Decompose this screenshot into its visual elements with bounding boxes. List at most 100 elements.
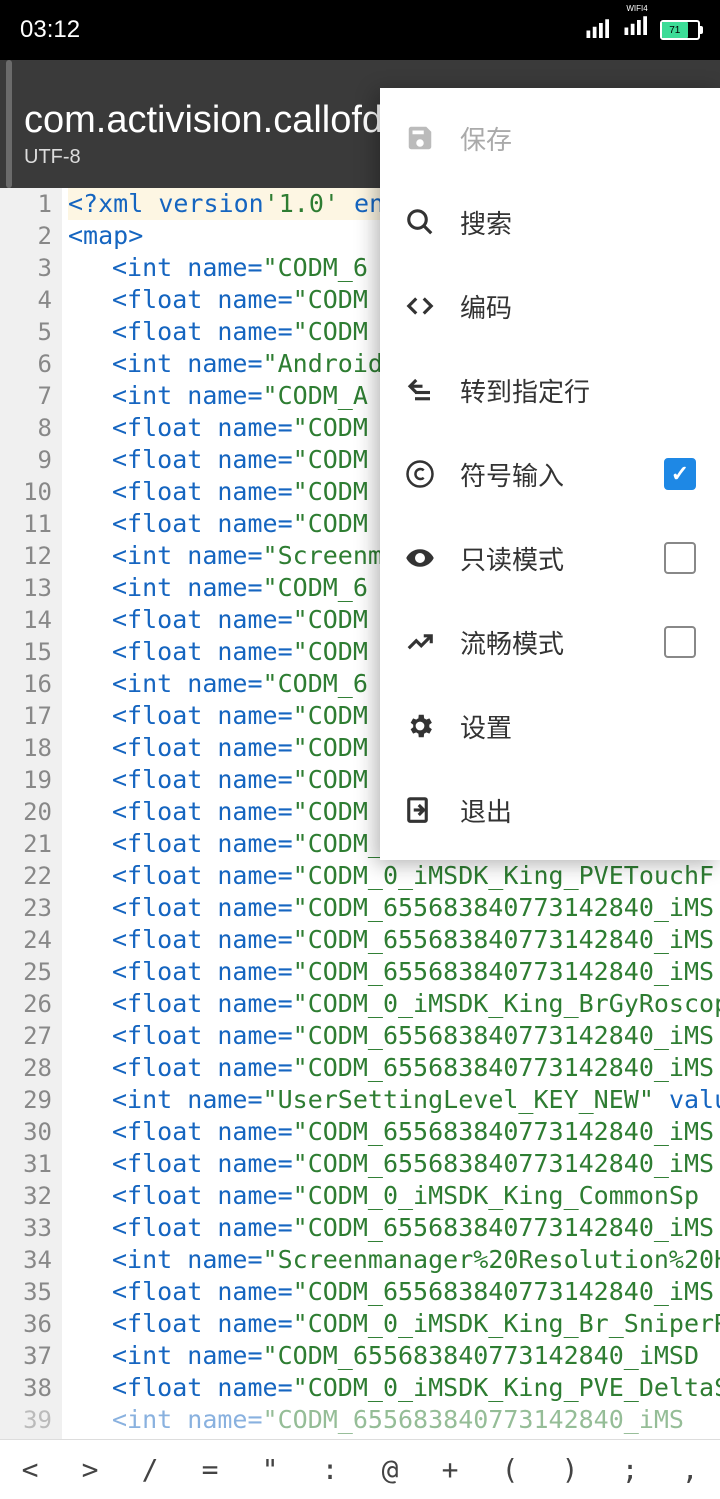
menu-readonly-label: 只读模式 (460, 540, 640, 577)
battery-icon: 71 (660, 20, 700, 40)
menu-goto-label: 转到指定行 (460, 372, 696, 409)
menu-symbol-input[interactable]: 符号输入 (380, 432, 720, 516)
code-line[interactable]: <float name="CODM_655683840773142840_iMS (68, 1212, 720, 1244)
copyright-icon (404, 458, 436, 490)
battery-level: 71 (662, 22, 688, 38)
line-number: 9 (0, 444, 52, 476)
symbol-key[interactable]: / (120, 1440, 180, 1499)
code-line[interactable]: <int name="CODM_655683840773142840_iMS (68, 1404, 720, 1436)
line-number: 22 (0, 860, 52, 892)
line-number: 16 (0, 668, 52, 700)
menu-exit[interactable]: 退出 (380, 768, 720, 852)
menu-encoding-label: 编码 (460, 288, 696, 325)
symbol-key[interactable]: > (60, 1440, 120, 1499)
menu-readonly[interactable]: 只读模式 (380, 516, 720, 600)
line-number: 7 (0, 380, 52, 412)
code-line[interactable]: <float name="CODM_655683840773142840_iMS (68, 1116, 720, 1148)
line-number: 33 (0, 1212, 52, 1244)
menu-encoding[interactable]: 编码 (380, 264, 720, 348)
line-number: 37 (0, 1340, 52, 1372)
code-line[interactable]: <int name="UserSettingLevel_KEY_NEW" val… (68, 1084, 720, 1116)
goto-icon (404, 374, 436, 406)
symbol-input-checkbox[interactable] (664, 458, 696, 490)
code-line[interactable]: <float name="CODM_655683840773142840_iMS (68, 1148, 720, 1180)
symbol-key[interactable]: ( (480, 1440, 540, 1499)
code-line[interactable]: <float name="CODM_0_iMSDK_King_CommonSp (68, 1180, 720, 1212)
line-number: 36 (0, 1308, 52, 1340)
menu-save[interactable]: 保存 (380, 96, 720, 180)
line-number: 28 (0, 1052, 52, 1084)
line-number: 19 (0, 764, 52, 796)
code-line[interactable]: <float name="CODM_0_iMSDK_King_PVE_Delta… (68, 1372, 720, 1404)
code-line[interactable]: <float name="CODM_655683840773142840_iMS (68, 1020, 720, 1052)
status-time: 03:12 (20, 16, 80, 44)
menu-smooth[interactable]: 流畅模式 (380, 600, 720, 684)
menu-search-label: 搜索 (460, 204, 696, 241)
line-number: 12 (0, 540, 52, 572)
code-line[interactable]: <int name="Screenmanager%20Resolution%20… (68, 1244, 720, 1276)
code-icon (404, 290, 436, 322)
line-number: 26 (0, 988, 52, 1020)
search-icon (404, 206, 436, 238)
symbol-key[interactable]: , (660, 1440, 720, 1499)
code-line[interactable]: <float name="CODM_655683840773142840_iMS (68, 956, 720, 988)
gear-icon (404, 710, 436, 742)
code-line[interactable]: <float name="CODM_0_iMSDK_King_Br_Sniper… (68, 1308, 720, 1340)
exit-icon (404, 794, 436, 826)
symbol-key[interactable]: ) (540, 1440, 600, 1499)
code-line[interactable]: <float name="CODM_0_iMSDK_King_PVETouchF (68, 860, 720, 892)
line-number: 27 (0, 1020, 52, 1052)
line-number: 2 (0, 220, 52, 252)
menu-search[interactable]: 搜索 (380, 180, 720, 264)
line-number: 10 (0, 476, 52, 508)
line-number: 24 (0, 924, 52, 956)
line-number: 8 (0, 412, 52, 444)
line-number: 14 (0, 604, 52, 636)
code-line[interactable]: <float name="CODM_655683840773142840_iMS (68, 924, 720, 956)
line-number: 35 (0, 1276, 52, 1308)
menu-exit-label: 退出 (460, 792, 696, 829)
menu-symbol-label: 符号输入 (460, 456, 640, 493)
code-line[interactable]: <float name="CODM_655683840773142840_iMS (68, 1052, 720, 1084)
line-number: 20 (0, 796, 52, 828)
symbol-key[interactable]: < (0, 1440, 60, 1499)
symbol-key[interactable]: @ (360, 1440, 420, 1499)
trending-icon (404, 626, 436, 658)
line-number: 13 (0, 572, 52, 604)
line-number: 23 (0, 892, 52, 924)
menu-smooth-label: 流畅模式 (460, 624, 640, 661)
status-bar: 03:12 WIFI4 71 (0, 0, 720, 60)
line-number: 39 (0, 1404, 52, 1436)
line-number: 11 (0, 508, 52, 540)
line-number: 3 (0, 252, 52, 284)
symbol-key[interactable]: = (180, 1440, 240, 1499)
eye-icon (404, 542, 436, 574)
line-number: 38 (0, 1372, 52, 1404)
line-number: 15 (0, 636, 52, 668)
line-number: 34 (0, 1244, 52, 1276)
code-line[interactable]: <float name="CODM_655683840773142840_iMS (68, 1276, 720, 1308)
symbol-key[interactable]: " (240, 1440, 300, 1499)
line-number: 17 (0, 700, 52, 732)
symbol-bar: <>/=":@+();, (0, 1439, 720, 1499)
code-line[interactable]: <int name="CODM_655683840773142840_iMSD (68, 1340, 720, 1372)
symbol-key[interactable]: : (300, 1440, 360, 1499)
line-number: 18 (0, 732, 52, 764)
code-line[interactable]: <float name="CODM_655683840773142840_iMS (68, 892, 720, 924)
readonly-checkbox[interactable] (664, 542, 696, 574)
options-menu: 保存 搜索 编码 转到指定行 符号输入 只读模式 流畅模 (380, 88, 720, 860)
status-icons: WIFI4 71 (584, 10, 700, 50)
menu-settings[interactable]: 设置 (380, 684, 720, 768)
line-number: 25 (0, 956, 52, 988)
symbol-key[interactable]: + (420, 1440, 480, 1499)
wifi-icon (622, 15, 652, 50)
code-line[interactable]: <float name="CODM_0_iMSDK_King_BrGyRosco… (68, 988, 720, 1020)
menu-goto-line[interactable]: 转到指定行 (380, 348, 720, 432)
signal-icon (584, 13, 614, 48)
wifi-label: WIFI4 (626, 4, 647, 13)
line-number: 5 (0, 316, 52, 348)
smooth-checkbox[interactable] (664, 626, 696, 658)
line-number: 21 (0, 828, 52, 860)
line-number: 32 (0, 1180, 52, 1212)
symbol-key[interactable]: ; (600, 1440, 660, 1499)
